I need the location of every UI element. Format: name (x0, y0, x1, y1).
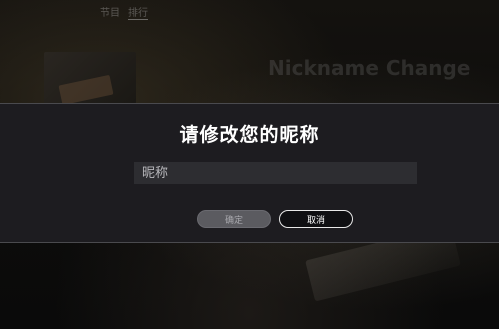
background-nav-item-active: 排行 (128, 4, 148, 20)
background-nav: 节目 排行 (100, 4, 148, 20)
cancel-button[interactable]: 取消 (279, 210, 353, 228)
nickname-input[interactable] (134, 162, 417, 184)
nickname-dialog: 请修改您的昵称 确定 取消 (0, 103, 499, 243)
confirm-button[interactable]: 确定 (197, 210, 271, 228)
background-title: Nickname Change (268, 56, 471, 80)
background-nav-item: 节目 (100, 8, 120, 19)
dialog-title: 请修改您的昵称 (179, 124, 320, 146)
